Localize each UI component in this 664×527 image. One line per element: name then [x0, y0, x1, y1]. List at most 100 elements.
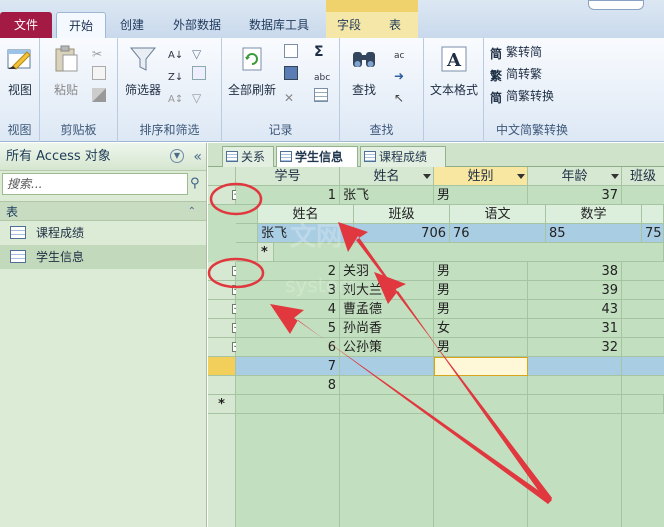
cell-class[interactable] — [622, 319, 664, 338]
cell-age[interactable]: 39 — [528, 281, 622, 300]
cell-age[interactable]: 43 — [528, 300, 622, 319]
cell-age[interactable]: 31 — [528, 319, 622, 338]
doc-tab-relationships[interactable]: 关系 — [222, 146, 274, 167]
tab-fields[interactable]: 字段 — [326, 12, 372, 38]
doc-tab-student-info[interactable]: 学生信息 — [276, 146, 358, 167]
sort-ascending-button[interactable]: A↓ — [168, 42, 184, 62]
cell-new[interactable] — [528, 395, 622, 414]
cell-id[interactable]: 4 — [236, 300, 340, 319]
nav-group-tables[interactable]: 表 ⌃ — [0, 201, 206, 221]
copy-button[interactable] — [92, 64, 108, 84]
subdatasheet-header[interactable]: 数学 — [546, 205, 642, 224]
cell-class[interactable] — [622, 281, 664, 300]
paste-button[interactable]: 粘贴 — [46, 44, 86, 98]
cell-name[interactable]: 孙尚香 — [340, 319, 434, 338]
cell-class[interactable] — [622, 300, 664, 319]
dropdown-arrow-icon[interactable] — [611, 174, 619, 179]
nav-header[interactable]: 所有 Access 对象 ▼ « — [0, 143, 206, 171]
cell-age[interactable] — [528, 376, 622, 395]
cell-id[interactable]: 3 — [236, 281, 340, 300]
dropdown-arrow-icon[interactable] — [517, 174, 525, 179]
sub-cell-extra[interactable]: 75 — [642, 224, 664, 243]
tab-external-data[interactable]: 外部数据 — [160, 12, 234, 38]
spelling-button[interactable]: abc — [314, 64, 330, 84]
cell-id[interactable]: 1 — [236, 186, 340, 205]
sub-cell-math[interactable]: 85 — [546, 224, 642, 243]
cell-name[interactable]: 刘大兰 — [340, 281, 434, 300]
column-header-id[interactable]: 学号 — [236, 167, 340, 186]
subdatasheet-header[interactable] — [642, 205, 664, 224]
totals-button[interactable]: Σ — [314, 42, 324, 62]
tab-database-tools[interactable]: 数据库工具 — [238, 12, 320, 38]
cell-id[interactable]: 7 — [236, 357, 340, 376]
to-simplified-button[interactable]: 简繁转简 — [490, 42, 542, 62]
cell-age[interactable]: 37 — [528, 186, 622, 205]
nav-search-input[interactable]: 搜索... — [2, 173, 188, 195]
goto-button[interactable]: ➜ — [394, 64, 410, 84]
cell-class[interactable] — [622, 376, 664, 395]
filter-button[interactable]: 筛选器 — [122, 44, 164, 98]
column-header-age[interactable]: 年龄 — [528, 167, 622, 186]
cell-id[interactable]: 8 — [236, 376, 340, 395]
collapse-group-icon[interactable]: ⌃ — [188, 202, 196, 222]
column-header-class[interactable]: 班级 — [622, 167, 664, 186]
cell-name[interactable]: 关羽 — [340, 262, 434, 281]
cell-new[interactable] — [434, 395, 528, 414]
collapse-pane-icon[interactable]: « — [193, 143, 202, 171]
selection-filter-button[interactable]: ▽ — [192, 42, 208, 62]
cell-name[interactable]: 张飞 — [340, 186, 434, 205]
cell-class[interactable] — [622, 338, 664, 357]
select-button[interactable]: ↖ — [394, 86, 410, 106]
cell-class[interactable] — [622, 262, 664, 281]
cell-age[interactable]: 38 — [528, 262, 622, 281]
delete-record-button[interactable]: ✕ — [284, 86, 300, 106]
dropdown-arrow-icon[interactable] — [423, 174, 431, 179]
cell-name[interactable]: 公孙策 — [340, 338, 434, 357]
cell-gender[interactable]: 男 — [434, 300, 528, 319]
view-button[interactable]: 视图 — [4, 44, 36, 98]
tab-file[interactable]: 文件 — [0, 12, 52, 38]
title-bar-search[interactable] — [588, 0, 644, 10]
cell-gender[interactable] — [434, 376, 528, 395]
cell-id[interactable]: 2 — [236, 262, 340, 281]
cell-gender[interactable]: 女 — [434, 319, 528, 338]
column-header-gender[interactable]: 姓别 — [434, 167, 528, 186]
refresh-all-button[interactable]: 全部刷新 — [226, 44, 278, 98]
remove-sort-button[interactable]: A↕ — [168, 86, 184, 106]
cell-gender[interactable] — [434, 357, 528, 376]
cell-name[interactable] — [340, 357, 434, 376]
chevron-down-icon[interactable]: ▼ — [170, 149, 184, 163]
to-traditional-button[interactable]: 繁简转繁 — [490, 64, 542, 84]
cell-age[interactable]: 32 — [528, 338, 622, 357]
sort-descending-button[interactable]: Z↓ — [168, 64, 184, 84]
cell-gender[interactable]: 男 — [434, 262, 528, 281]
tab-create[interactable]: 创建 — [110, 12, 154, 38]
subdatasheet-header[interactable]: 班级 — [354, 205, 450, 224]
cell-new[interactable] — [236, 395, 340, 414]
search-icon[interactable]: ⚲ — [190, 176, 200, 191]
select-all-corner[interactable] — [208, 167, 236, 186]
cell-id[interactable]: 6 — [236, 338, 340, 357]
cell-age[interactable] — [528, 357, 622, 376]
convert-button[interactable]: 简简繁转换 — [490, 86, 554, 106]
nav-item-student-info[interactable]: 学生信息 — [0, 245, 206, 269]
cell-gender[interactable]: 男 — [434, 281, 528, 300]
cell-gender[interactable]: 男 — [434, 186, 528, 205]
row-selector[interactable] — [208, 357, 236, 376]
sub-cell-name[interactable]: 张飞 — [258, 224, 354, 243]
save-record-button[interactable] — [284, 64, 300, 84]
cell-class[interactable] — [622, 186, 664, 205]
find-button[interactable]: 查找 — [346, 44, 382, 98]
replace-button[interactable]: ac — [394, 42, 410, 62]
row-selector[interactable] — [208, 376, 236, 395]
more-button[interactable] — [314, 86, 330, 106]
cell-id[interactable]: 5 — [236, 319, 340, 338]
cell-name[interactable]: 曹孟德 — [340, 300, 434, 319]
cell-new[interactable] — [622, 395, 664, 414]
cell-name[interactable] — [340, 376, 434, 395]
format-painter-button[interactable] — [92, 86, 108, 106]
doc-tab-course-scores[interactable]: 课程成绩 — [360, 146, 446, 167]
sub-cell-chinese[interactable]: 76 — [450, 224, 546, 243]
nav-item-course-scores[interactable]: 课程成绩 — [0, 221, 206, 245]
advanced-filter-button[interactable] — [192, 64, 208, 84]
